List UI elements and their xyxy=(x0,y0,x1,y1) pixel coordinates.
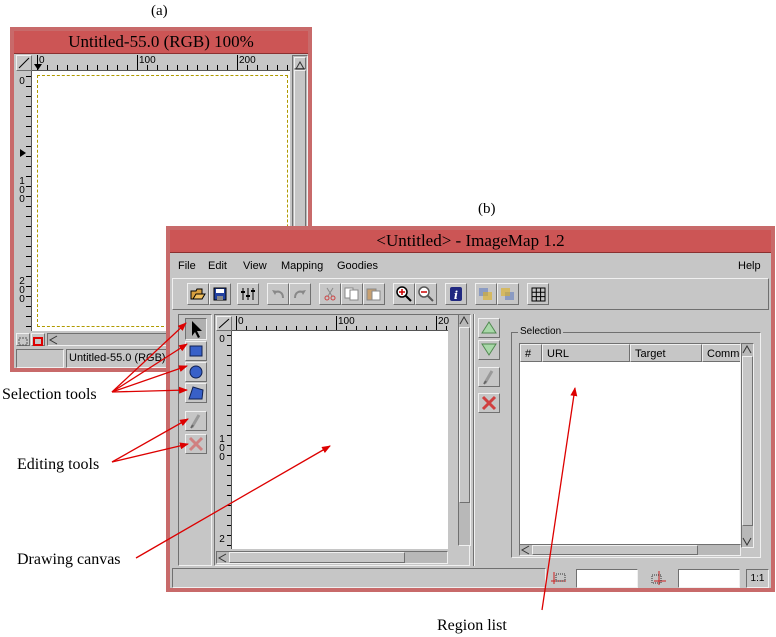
arrow-to-edit-tool xyxy=(111,418,189,463)
arrow-to-polygon-tool xyxy=(111,386,188,394)
arrow-to-drawing-canvas xyxy=(135,445,331,559)
arrow-to-pointer-tool xyxy=(111,322,187,393)
arrow-to-delete-tool xyxy=(111,442,189,463)
arrow-to-region-list xyxy=(541,387,578,611)
arrow-to-rectangle-tool xyxy=(111,343,188,393)
annotation-arrows xyxy=(111,322,578,611)
arrow-to-circle-tool xyxy=(111,365,188,393)
